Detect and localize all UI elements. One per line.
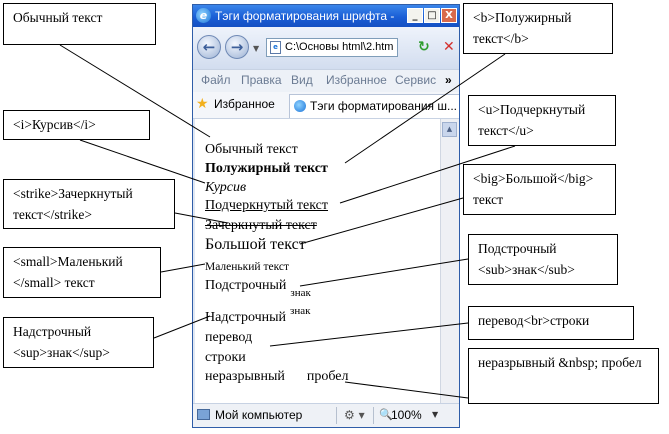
menu-tools[interactable]: Сервис	[395, 70, 436, 90]
menu-view[interactable]: Вид	[291, 70, 313, 90]
nbsp-word2: пробел	[306, 369, 349, 384]
menu-bar: Файл Правка Вид Избранное Сервис »	[193, 69, 459, 93]
title-bar: e Тэги форматирования шрифта - ... _ □ X	[193, 5, 459, 27]
page-icon: e	[270, 41, 281, 54]
nbsp-word1: неразрывный	[205, 369, 285, 384]
status-divider	[336, 407, 337, 424]
status-zone-text: Мой компьютер	[215, 408, 303, 422]
text-br-line2: строки	[205, 350, 246, 365]
favorites-bar: ★ Избранное Тэги форматирования ш...	[193, 92, 459, 119]
maximize-button[interactable]: □	[424, 8, 440, 23]
protected-mode-icon[interactable]: ⚙ ▾	[344, 408, 365, 422]
text-italic: Курсив	[205, 180, 247, 195]
favorites-button[interactable]: Избранное	[214, 92, 275, 116]
callout-br: перевод<br>строки	[468, 306, 634, 340]
stop-button[interactable]: ✕	[443, 38, 455, 56]
callout-bold: <b>Полужирный текст</b>	[463, 3, 613, 54]
menu-favorites[interactable]: Избранное	[326, 70, 387, 90]
superscript-base: Надстрочный	[205, 310, 287, 325]
vertical-scrollbar[interactable]: ▲	[440, 119, 459, 403]
status-divider	[373, 407, 374, 424]
back-button[interactable]: ←	[197, 35, 221, 59]
callout-underline: <u>Подчеркнутый текст</u>	[468, 95, 616, 146]
tab-current[interactable]: Тэги форматирования ш...	[289, 94, 459, 118]
favorites-star-icon[interactable]: ★	[196, 92, 209, 116]
superscript-mark: знак	[290, 305, 311, 317]
callout-sup: Надстрочный <sup>знак</sup>	[3, 317, 154, 368]
text-big: Большой текст	[205, 236, 306, 253]
ie-logo-icon: e	[196, 8, 211, 23]
text-bold: Полужирный текст	[205, 161, 328, 176]
window-title: Тэги форматирования шрифта - ...	[215, 9, 395, 23]
scroll-up-icon[interactable]: ▲	[442, 122, 457, 137]
page-content: Обычный текст Полужирный текст Курсив По…	[195, 119, 440, 403]
zoom-level[interactable]: 100%	[391, 404, 422, 426]
text-superscript-line: Надстрочный знак	[205, 305, 311, 327]
status-bar: Мой компьютер ⚙ ▾ 🔍 100% ▼	[193, 403, 459, 427]
text-normal: Обычный текст	[205, 142, 298, 157]
browser-window: e Тэги форматирования шрифта - ... _ □ X…	[192, 4, 460, 428]
tab-page-icon	[294, 100, 306, 112]
text-br-line1: перевод	[205, 330, 253, 345]
text-underline: Подчеркнутый текст	[205, 198, 329, 213]
address-input[interactable]: e C:\Основы html\2.htm	[266, 38, 398, 57]
menu-more-icon[interactable]: »	[445, 70, 452, 90]
minimize-button[interactable]: _	[407, 8, 423, 23]
callout-big: <big>Большой</big> текст	[463, 164, 616, 215]
tab-title: Тэги форматирования ш...	[310, 99, 457, 113]
connector-italic	[79, 139, 206, 184]
callout-strike: <strike>Зачеркнутый текст</strike>	[3, 179, 175, 229]
text-nbsp-line: неразрывный пробел	[205, 368, 349, 385]
menu-edit[interactable]: Правка	[241, 70, 282, 90]
computer-icon	[197, 409, 210, 420]
subscript-base: Подстрочный	[205, 278, 287, 293]
forward-button[interactable]: →	[225, 35, 249, 59]
navigation-bar: ← → ▼ e C:\Основы html\2.htm ↻ ✕	[193, 27, 459, 69]
callout-nbsp: неразрывный &nbsp; пробел	[468, 348, 659, 404]
callout-italic: <i>Курсив</i>	[3, 110, 150, 140]
callout-small: <small>Маленький </small> текст	[3, 247, 161, 298]
text-strike: Зачеркнутый текст	[205, 218, 317, 233]
address-text: C:\Основы html\2.htm	[285, 41, 394, 53]
history-dropdown-icon[interactable]: ▼	[253, 44, 259, 53]
zoom-dropdown-icon[interactable]: ▼	[432, 404, 438, 426]
menu-file[interactable]: Файл	[201, 70, 231, 90]
refresh-button[interactable]: ↻	[418, 38, 430, 56]
callout-sub: Подстрочный <sub>знак</sub>	[468, 234, 618, 285]
text-small: Маленький текст	[205, 261, 290, 273]
close-button[interactable]: X	[441, 8, 457, 23]
text-subscript-line: Подстрочный знак	[205, 277, 311, 299]
subscript-mark: знак	[290, 287, 311, 299]
callout-normal: Обычный текст	[3, 3, 156, 45]
